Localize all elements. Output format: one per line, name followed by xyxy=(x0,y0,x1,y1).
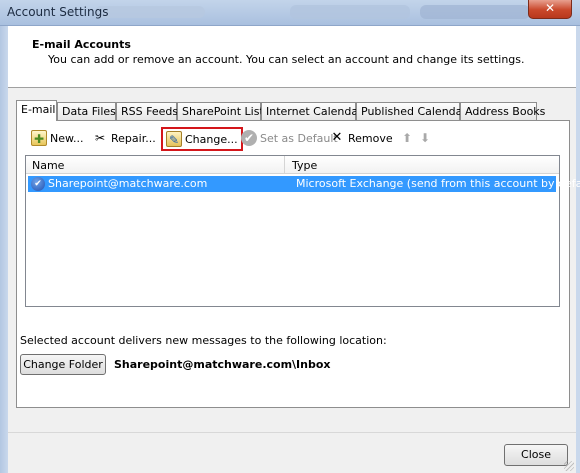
arrow-down-icon: ⬇ xyxy=(419,131,431,145)
change-button[interactable]: ✎ Change... xyxy=(161,127,243,151)
remove-button-label: Remove xyxy=(348,131,393,145)
window-frame-right xyxy=(576,26,580,473)
dialog-client-area: E-mail Accounts You can add or remove an… xyxy=(8,26,580,473)
tab-internet-calendars[interactable]: Internet Calendars xyxy=(261,102,368,120)
blurred-background-2 xyxy=(290,5,410,19)
tab-rss-feeds[interactable]: RSS Feeds xyxy=(116,102,178,120)
tab-address-books[interactable]: Address Books xyxy=(460,102,545,120)
change-button-label: Change... xyxy=(185,132,238,146)
window-frame-left xyxy=(0,26,8,473)
header-description: You can add or remove an account. You ca… xyxy=(48,53,525,66)
column-header-name[interactable]: Name xyxy=(32,159,64,172)
tab-published-calendars[interactable]: Published Calendars xyxy=(356,102,473,120)
move-down-button[interactable]: ⬇ xyxy=(417,129,433,147)
remove-x-icon: ✕ xyxy=(331,130,343,145)
blurred-background-3 xyxy=(420,5,530,19)
repair-button-label: Repair... xyxy=(111,131,156,145)
column-header-type[interactable]: Type xyxy=(292,159,317,172)
new-account-icon: ✚ xyxy=(31,130,47,146)
change-folder-button[interactable]: Change Folder xyxy=(20,354,106,375)
checkmark-icon: ✔ xyxy=(241,130,257,146)
tab-sharepoint-lists[interactable]: SharePoint Lists xyxy=(177,102,270,120)
header-title: E-mail Accounts xyxy=(32,38,131,51)
tab-data-files[interactable]: Data Files xyxy=(57,102,116,120)
window-close-button[interactable]: ✕ xyxy=(528,0,572,19)
title-bar: Account Settings ✕ xyxy=(0,0,580,26)
close-icon: ✕ xyxy=(544,1,556,15)
move-up-button[interactable]: ⬆ xyxy=(399,129,415,147)
tab-email[interactable]: E-mail xyxy=(16,100,57,121)
resize-grip-icon[interactable] xyxy=(564,461,574,471)
repair-button[interactable]: ✂ Repair... xyxy=(92,129,156,147)
list-header: Name Type xyxy=(26,156,559,174)
close-button[interactable]: Close xyxy=(504,444,568,466)
new-button[interactable]: ✚ New... xyxy=(31,129,83,147)
footer-divider xyxy=(8,432,576,433)
remove-button[interactable]: ✕ Remove xyxy=(329,129,393,147)
account-type: Microsoft Exchange (send from this accou… xyxy=(296,177,580,190)
arrow-up-icon: ⬆ xyxy=(401,131,413,145)
delivery-location: Sharepoint@matchware.com\Inbox xyxy=(114,358,331,371)
accounts-list[interactable]: Name Type ✔ Sharepoint@matchware.com Mic… xyxy=(25,155,580,307)
set-as-default-label: Set as Default xyxy=(260,131,338,145)
column-separator[interactable] xyxy=(284,156,285,174)
window-title: Account Settings xyxy=(7,5,109,19)
account-toolbar: ✚ New... ✂ Repair... ✎ Change... ✔ Set a… xyxy=(25,127,545,151)
default-account-check-icon: ✔ xyxy=(31,177,45,191)
blurred-background-1 xyxy=(95,6,205,18)
change-account-icon: ✎ xyxy=(166,131,182,147)
repair-tools-icon: ✂ xyxy=(94,131,106,145)
account-row[interactable]: ✔ Sharepoint@matchware.com Microsoft Exc… xyxy=(28,176,580,192)
account-name: Sharepoint@matchware.com xyxy=(48,177,208,190)
new-button-label: New... xyxy=(50,131,84,145)
set-as-default-button[interactable]: ✔ Set as Default xyxy=(241,129,338,147)
delivery-description: Selected account delivers new messages t… xyxy=(20,334,387,347)
header-panel: E-mail Accounts You can add or remove an… xyxy=(8,26,576,88)
